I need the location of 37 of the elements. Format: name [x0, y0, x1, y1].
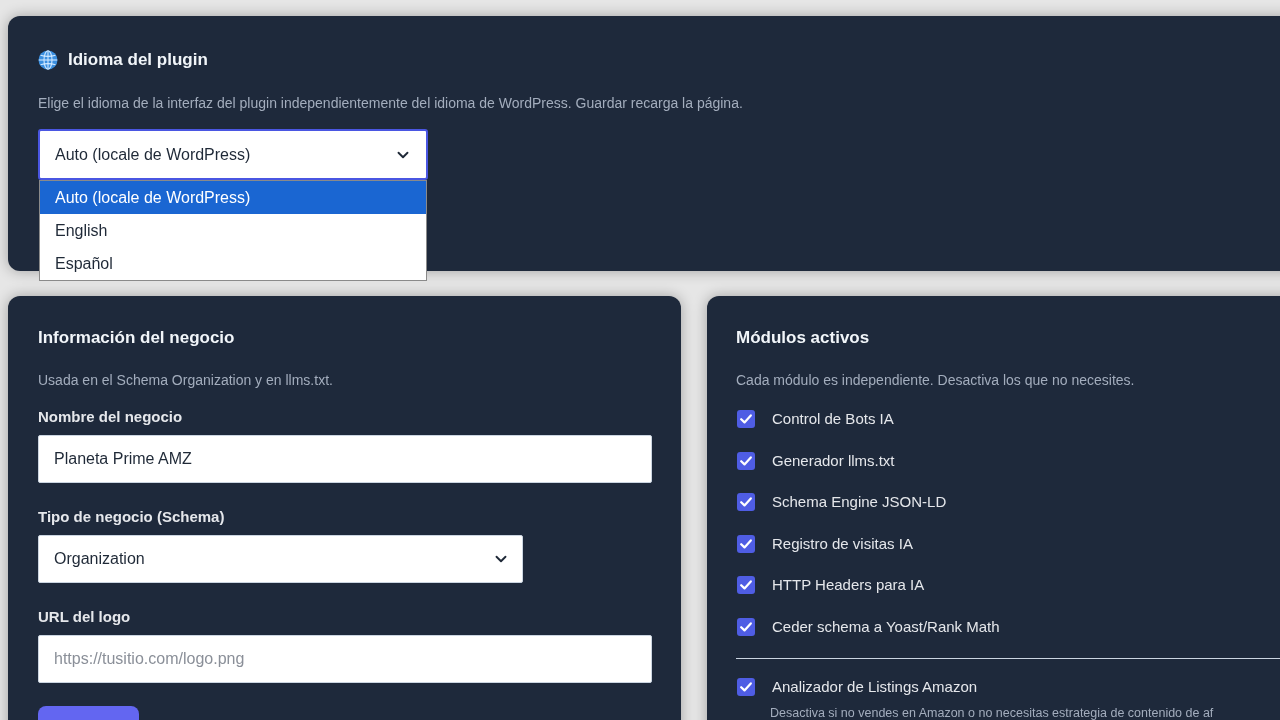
checkbox-label: Generador llms.txt	[772, 450, 895, 471]
card-title: Módulos activos	[736, 327, 870, 349]
card-description: Cada módulo es independiente. Desactiva los que no necesites.	[736, 371, 1135, 390]
card-description: Elige el idioma de la interfaz del plugin independientemente del idioma de WordPress. Guardar recarga la página.	[38, 94, 743, 113]
card-description: Usada en el Schema Organization y en llms.txt.	[38, 371, 333, 390]
checkbox-label: Ceder schema a Yoast/Rank Math	[772, 616, 1000, 637]
checkmark-icon	[740, 414, 752, 424]
checkbox[interactable]	[737, 576, 755, 595]
checkbox-label: Schema Engine JSON-LD	[772, 492, 947, 513]
checkmark-icon	[740, 497, 752, 508]
checkbox[interactable]	[737, 617, 755, 636]
checkmark-icon	[740, 455, 752, 466]
text-field[interactable]: https://tusitio.com/logo.png	[38, 635, 652, 683]
checkbox[interactable]	[737, 493, 755, 512]
checkbox-label: Control de Bots IA	[772, 409, 894, 429]
dropdown-option[interactable]: Auto (locale de WordPress)	[40, 181, 426, 214]
checkbox[interactable]	[737, 677, 755, 696]
field-label: Nombre del negocio	[38, 407, 183, 427]
checkbox[interactable]	[737, 410, 755, 428]
checkbox[interactable]	[737, 451, 755, 470]
globe-icon	[38, 50, 58, 70]
checkbox[interactable]	[737, 534, 755, 553]
checkmark-icon	[740, 621, 752, 632]
checkbox-label: Registro de visitas IA	[772, 533, 913, 554]
business-type-select[interactable]: Organization	[38, 535, 523, 583]
field-label: Tipo de negocio (Schema)	[38, 507, 225, 527]
language-select[interactable]: Auto (locale de WordPress)	[38, 129, 428, 180]
card-title: Idioma del plugin	[68, 50, 208, 70]
field-label: URL del logo	[38, 607, 131, 627]
module-note: Desactiva si no vendes en Amazon o no necesitas estrategia de contenido de af	[770, 705, 1214, 720]
checkmark-icon	[740, 681, 752, 692]
checkmark-icon	[740, 538, 752, 549]
text-field[interactable]: Planeta Prime AMZ	[38, 435, 652, 483]
checkbox-label: HTTP Headers para IA	[772, 575, 925, 596]
checkmark-icon	[740, 580, 752, 591]
card-title: Información del negocio	[38, 327, 235, 349]
checkbox-label: Analizador de Listings Amazon	[772, 676, 978, 697]
